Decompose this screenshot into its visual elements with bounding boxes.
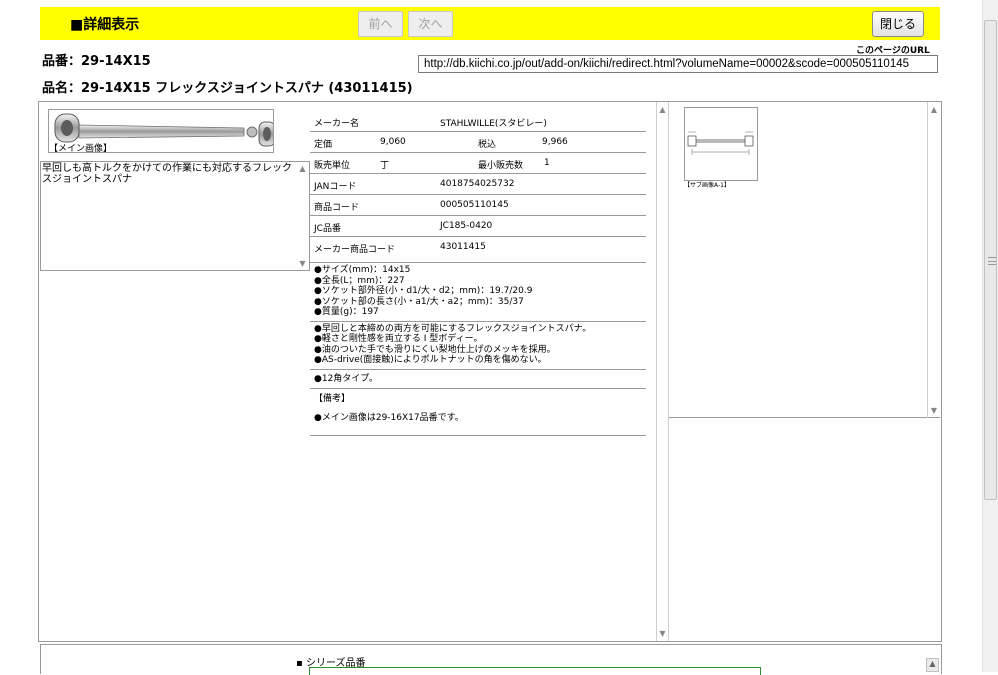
spec-row-jc: JC品番 JC185-0420 (310, 216, 646, 237)
spec-row-jan: JANコード 4018754025732 (310, 174, 646, 195)
note-line: ●油のついた手でも滑りにくい梨地仕上げのメッキを採用。 (314, 344, 556, 355)
note-line: ●軽さと剛性感を両立する I 型ボディー。 (314, 334, 483, 344)
main-image-caption: 【メイン画像】 (49, 144, 113, 154)
remarks-text: ●メイン画像は29-16X17品番です。 (314, 412, 464, 423)
spec-row-maker-code: メーカー商品コード 43011415 (310, 237, 646, 263)
scroll-up-icon[interactable]: ▲ (657, 105, 668, 114)
spec-row-unit: 販売単位 丁 最小販売数 1 (310, 153, 646, 174)
remarks-section: 【備考】 ●メイン画像は29-16X17品番です。 (310, 389, 646, 436)
note-line: ●ソケット部の長さ(小・a1/大・a2；mm)：35/37 (314, 296, 524, 307)
sub-image-caption: 【サブ画像A-1】 (684, 182, 730, 189)
prev-button[interactable]: 前へ (358, 11, 403, 37)
spec-label: JANコード (314, 182, 357, 192)
note-line: ●質量(g)：197 (314, 307, 379, 317)
scroll-down-icon[interactable]: ▼ (928, 406, 940, 415)
series-table (309, 667, 761, 675)
series-scroll-up-icon[interactable]: ▲ (926, 658, 939, 672)
spec-value: 9,966 (542, 137, 568, 147)
spec-value: STAHLWILLE(スタビレー) (440, 119, 547, 129)
spec-label: メーカー名 (314, 119, 360, 129)
spec-value: 9,060 (380, 137, 406, 147)
page-title: ■詳細表示 (70, 17, 140, 33)
grip-icon (988, 257, 996, 265)
remarks-heading: 【備考】 (314, 394, 351, 404)
sub-image-thumbnail[interactable] (684, 107, 758, 181)
scroll-up-icon[interactable]: ▲ (928, 105, 940, 114)
note-line: ●全長(L；mm)：227 (314, 275, 405, 286)
spec-label: 最小販売数 (478, 161, 524, 171)
spec-label: 税込 (478, 140, 497, 150)
note-line: ●早回しと本締めの両方を可能にするフレックスジョイントスパナ。 (314, 323, 592, 334)
spec-value: 1 (544, 158, 550, 168)
note-line: ●AS-drive(面接触)によりボルトナットの角を傷めない。 (314, 355, 547, 365)
scroll-down-icon[interactable]: ▼ (657, 629, 668, 638)
wrench-diagram (687, 131, 754, 155)
note-line: ●12角タイプ。 (314, 373, 379, 384)
spec-label: 販売単位 (314, 161, 351, 171)
description-scrollbar[interactable]: ▲ ▼ (296, 162, 309, 270)
spec-value: 000505110145 (440, 200, 509, 210)
spec-table: メーカー名 STAHLWILLE(スタビレー) 定価 9,060 税込 9,96… (310, 111, 646, 436)
page-scroll-thumb[interactable] (984, 20, 997, 500)
spec-value: JC185-0420 (440, 221, 493, 231)
spec-row-item-code: 商品コード 000505110145 (310, 195, 646, 216)
note-line: ●サイズ(mm)：14x15 (314, 265, 411, 275)
spec-label: メーカー商品コード (314, 245, 396, 255)
spec-label: JC品番 (314, 224, 341, 234)
spec-value: 4018754025732 (440, 179, 515, 189)
type-note: ●12角タイプ。 (310, 370, 646, 389)
spec-value: 丁 (380, 161, 390, 171)
sub-image-panel: 【サブ画像A-1】 ▲ ▼ (669, 102, 940, 418)
series-frame: ▪ シリーズ品番 (40, 644, 942, 675)
description-box[interactable]: 早回しも高トルクをかけての作業にも対応するフレックスジョイントスパナ ▲ ▼ (40, 161, 310, 271)
dimension-notes: ●サイズ(mm)：14x15 ●全長(L；mm)：227 ●ソケット部外径(小・… (310, 263, 646, 322)
spec-row-price: 定価 9,060 税込 9,966 (310, 132, 646, 153)
product-code: 品番：29-14X15 (42, 54, 151, 69)
scroll-down-icon[interactable]: ▼ (296, 259, 309, 268)
page-scrollbar[interactable] (982, 0, 998, 672)
header-bar: ■詳細表示 前へ 次へ 閉じる (40, 7, 940, 40)
close-button[interactable]: 閉じる (872, 11, 924, 37)
spec-label: 商品コード (314, 203, 360, 213)
scroll-up-icon[interactable]: ▲ (296, 164, 309, 173)
page-url-field[interactable]: http://db.kiichi.co.jp/out/add-on/kiichi… (418, 55, 938, 73)
product-name: 品名：29-14X15 フレックスジョイントスパナ (43011415) (42, 81, 413, 96)
sub-image-scrollbar[interactable]: ▲ ▼ (927, 102, 940, 418)
spec-row-maker: メーカー名 STAHLWILLE(スタビレー) (310, 111, 646, 132)
spec-scrollbar[interactable]: ▲ ▼ (656, 102, 669, 641)
spec-label: 定価 (314, 140, 333, 150)
spec-value: 43011415 (440, 242, 486, 252)
next-button[interactable]: 次へ (408, 11, 453, 37)
detail-frame: 【メイン画像】 早回しも高トルクをかけての作業にも対応するフレックスジョイントス… (38, 101, 942, 642)
description-text: 早回しも高トルクをかけての作業にも対応するフレックスジョイントスパナ (42, 163, 292, 185)
note-line: ●ソケット部外径(小・d1/大・d2；mm)：19.7/20.9 (314, 286, 533, 296)
feature-notes: ●早回しと本締めの両方を可能にするフレックスジョイントスパナ。 ●軽さと剛性感を… (310, 322, 646, 370)
